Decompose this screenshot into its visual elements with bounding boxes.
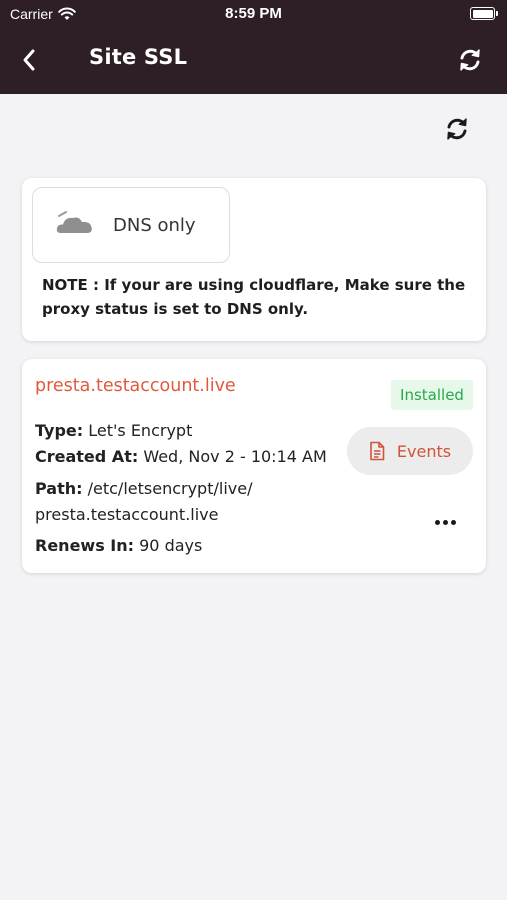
ssl-certificate-card: presta.testaccount.live Installed Type: … (22, 359, 486, 573)
more-horizontal-icon-dot (442, 519, 448, 525)
refresh-icon (447, 118, 467, 140)
status-bar: Carrier 8:59 PM (0, 0, 507, 28)
more-horizontal-icon-dot (450, 519, 456, 525)
battery-icon (470, 7, 498, 20)
domain-link[interactable]: presta.testaccount.live (35, 376, 236, 396)
status-badge: Installed (391, 380, 473, 410)
renews-in-row: Renews In: 90 days (35, 536, 202, 555)
path-label: Path: (35, 479, 83, 498)
chevron-left-icon (23, 49, 35, 71)
path-row-continued: presta.testaccount.live (35, 505, 218, 524)
renews-in-value: 90 days (139, 536, 203, 555)
more-options-button[interactable] (430, 509, 460, 535)
back-button[interactable] (12, 42, 46, 78)
dns-mode-label: DNS only (113, 215, 196, 236)
path-value-continued: presta.testaccount.live (35, 505, 219, 524)
renews-in-label: Renews In: (35, 536, 135, 555)
refresh-icon (460, 49, 480, 71)
dns-only-toggle[interactable]: DNS only (32, 187, 230, 263)
path-row: Path: /etc/letsencrypt/live/ (35, 479, 252, 498)
refresh-ssl-button[interactable] (440, 111, 474, 147)
type-label: Type: (35, 421, 84, 440)
status-time: 8:59 PM (225, 5, 282, 22)
events-label: Events (396, 441, 452, 461)
cloud-icon (56, 211, 92, 233)
document-icon (370, 441, 385, 461)
events-button[interactable]: Events (347, 427, 473, 475)
created-at-value: Wed, Nov 2 - 10:14 AM (143, 447, 327, 466)
dns-mode-card: DNS only NOTE : If your are using cloudf… (22, 178, 486, 341)
type-value: Let's Encrypt (88, 421, 193, 440)
certificate-type-row: Type: Let's Encrypt (35, 421, 192, 440)
more-horizontal-icon-dot (434, 519, 440, 525)
header-refresh-button[interactable] (453, 43, 487, 77)
path-value: /etc/letsencrypt/live/ (87, 479, 253, 498)
navigation-bar: Site SSL (0, 28, 507, 94)
created-at-label: Created At: (35, 447, 139, 466)
created-at-row: Created At: Wed, Nov 2 - 10:14 AM (35, 447, 327, 466)
cloudflare-note: NOTE : If your are using cloudflare, Mak… (42, 276, 466, 318)
page-title: Site SSL (89, 45, 188, 69)
